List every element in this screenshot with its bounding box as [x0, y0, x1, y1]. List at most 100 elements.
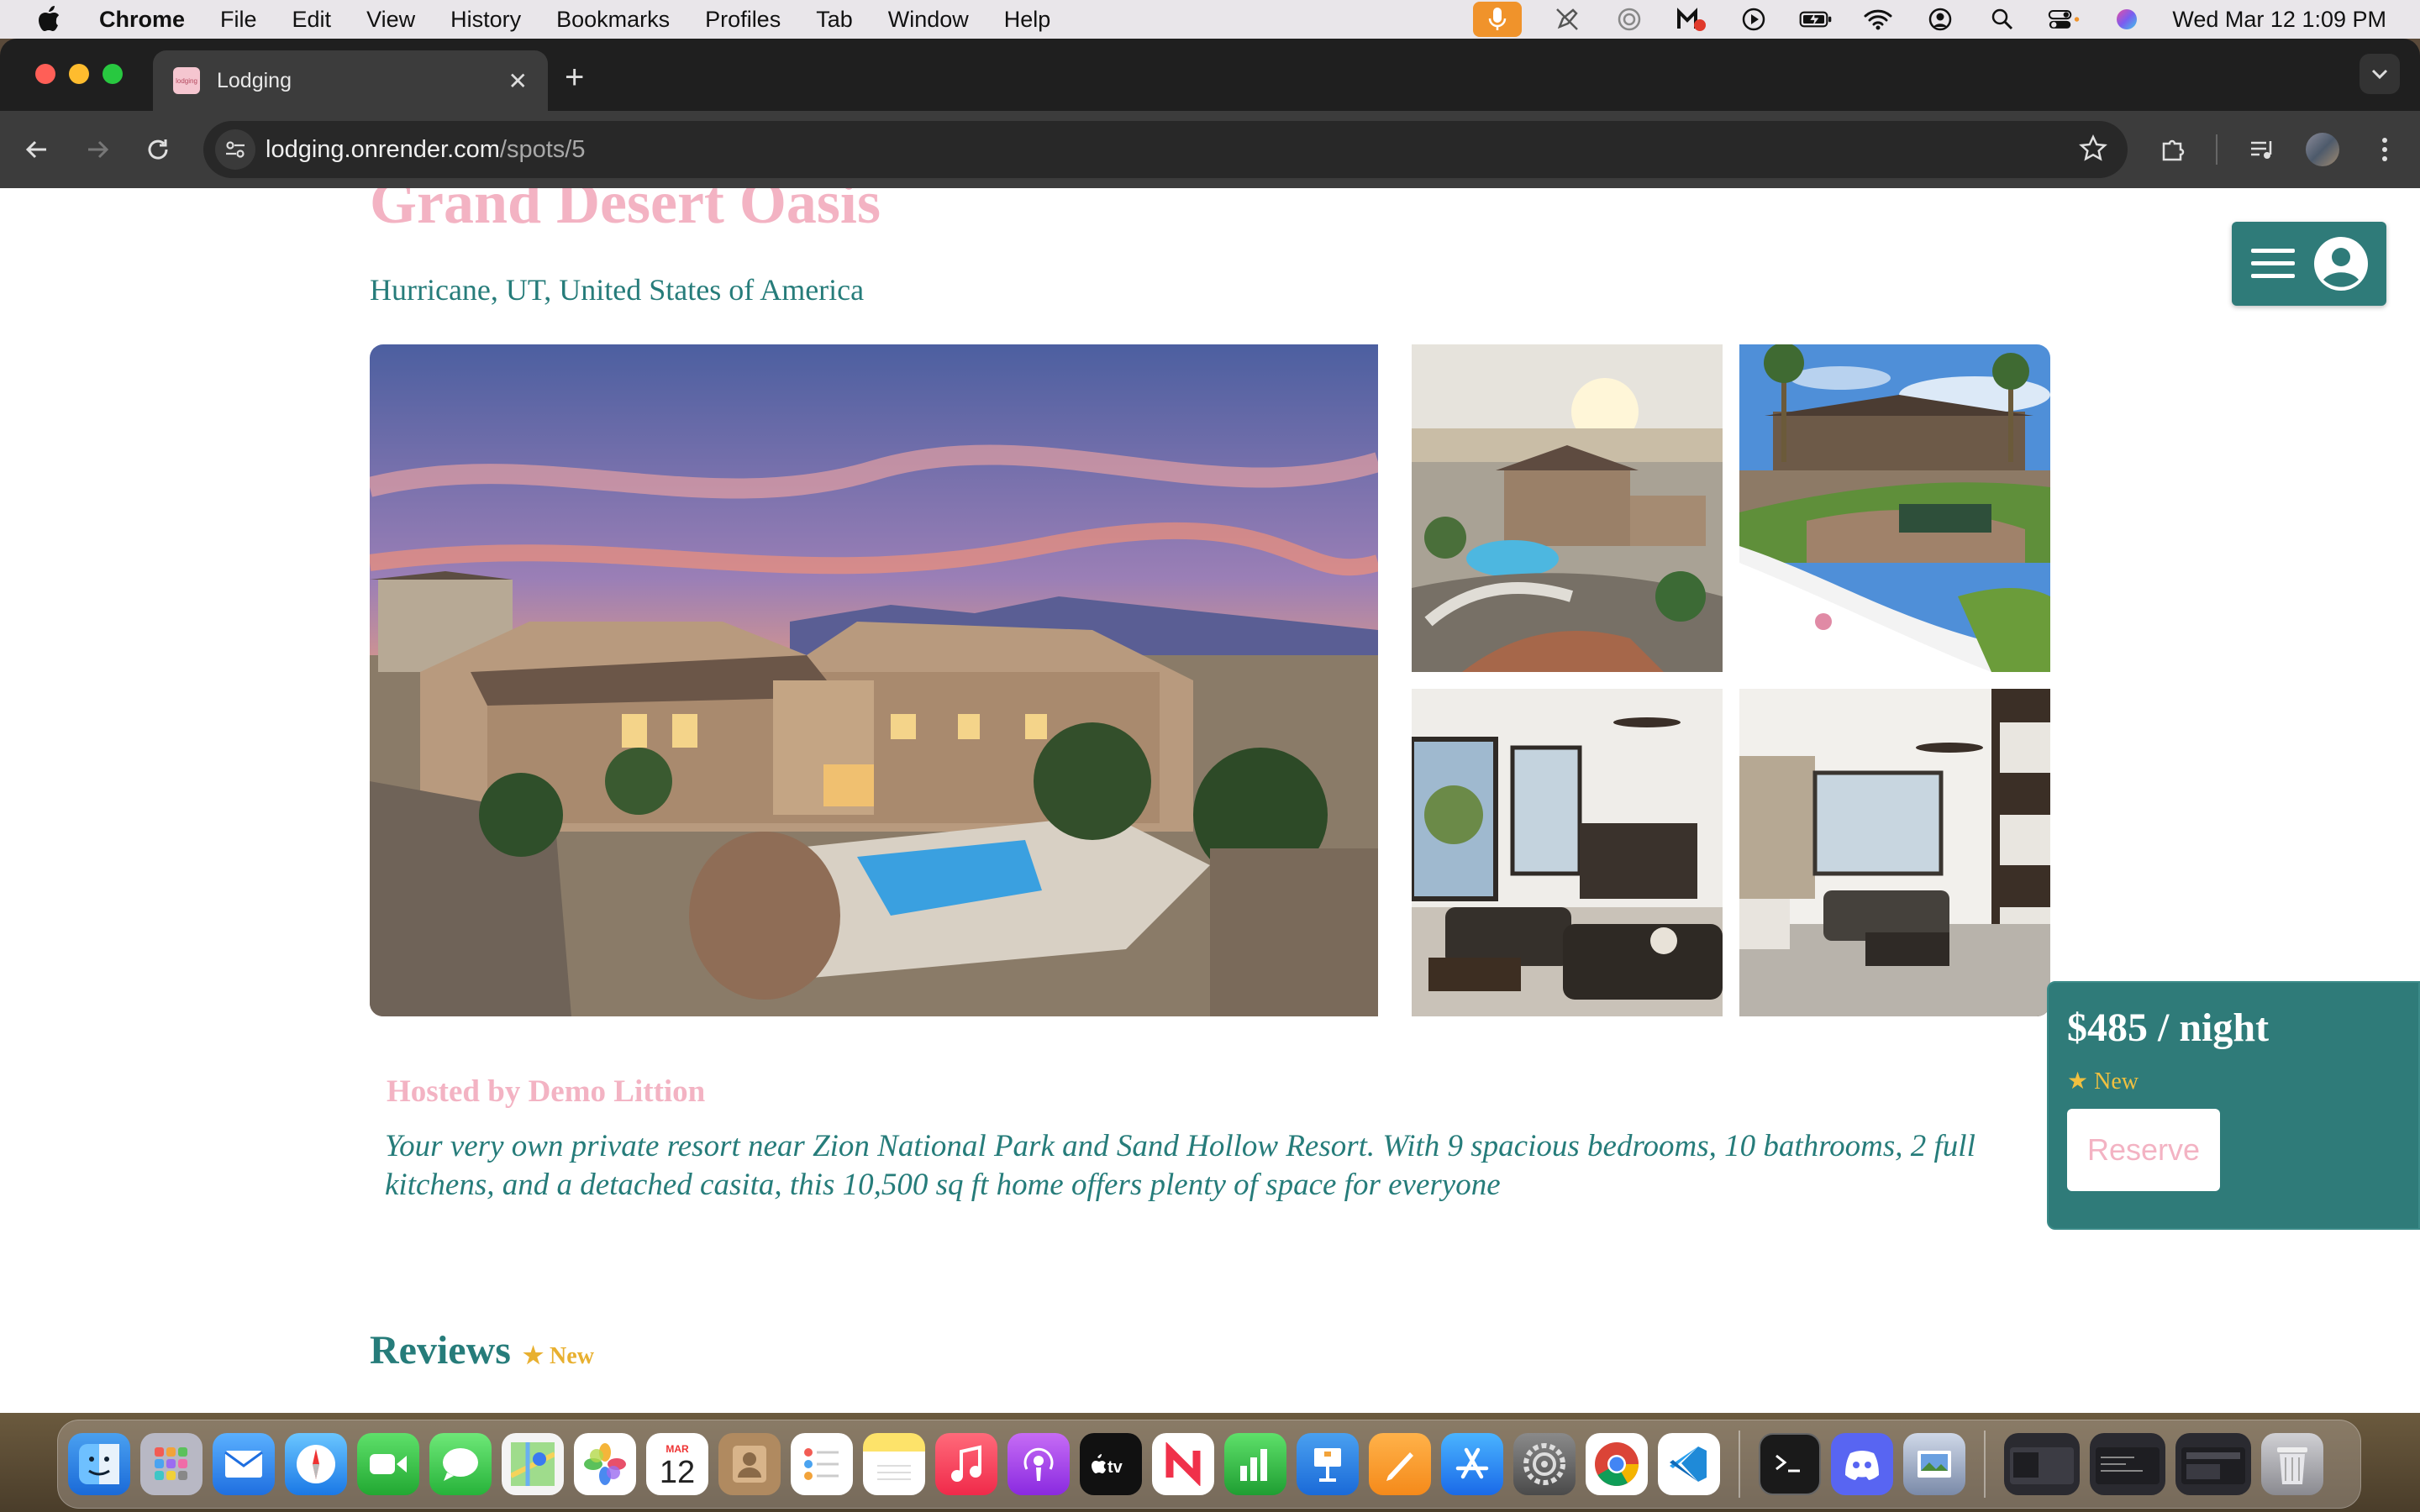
- messages-icon[interactable]: [429, 1433, 492, 1495]
- play-icon[interactable]: [1737, 6, 1770, 33]
- reserve-button[interactable]: Reserve: [2067, 1109, 2220, 1191]
- profile-avatar[interactable]: [2304, 131, 2341, 168]
- macos-dock: MAR 12 tv: [57, 1420, 2361, 1509]
- pages-icon[interactable]: [1369, 1433, 1431, 1495]
- app-store-icon[interactable]: [1441, 1433, 1503, 1495]
- window-close-button[interactable]: [35, 64, 55, 84]
- photos-icon[interactable]: [574, 1433, 636, 1495]
- apple-menu-icon[interactable]: [32, 6, 66, 33]
- spot-location: Hurricane, UT, United States of America: [370, 273, 865, 307]
- control-center-icon[interactable]: [2048, 6, 2081, 33]
- google-chrome-icon[interactable]: [1586, 1433, 1648, 1495]
- dock-divider-2: [1984, 1431, 1986, 1498]
- menu-app-name[interactable]: Chrome: [99, 7, 185, 33]
- minimized-window-1[interactable]: [2004, 1433, 2080, 1495]
- podcasts-icon[interactable]: [1007, 1433, 1070, 1495]
- dock-divider: [1739, 1431, 1740, 1498]
- tab-search-dropdown-icon[interactable]: [2360, 54, 2400, 94]
- window-minimize-button[interactable]: [69, 64, 89, 84]
- tab-close-icon[interactable]: ✕: [508, 67, 528, 95]
- vscode-icon[interactable]: [1658, 1433, 1720, 1495]
- contacts-icon[interactable]: [718, 1433, 781, 1495]
- menu-profiles[interactable]: Profiles: [705, 7, 781, 33]
- notes-icon[interactable]: [863, 1433, 925, 1495]
- news-icon[interactable]: [1152, 1433, 1214, 1495]
- apple-tv-icon[interactable]: tv: [1080, 1433, 1142, 1495]
- status-area: Wed Mar 12 1:09 PM: [1473, 0, 2386, 39]
- extensions-puzzle-icon[interactable]: [2154, 131, 2191, 168]
- spot-photo-thumbnail-4[interactable]: [1739, 689, 2050, 1016]
- desktop-wallpaper-strip: MAR 12 tv: [0, 1413, 2420, 1512]
- user-account-icon[interactable]: [1923, 6, 1957, 33]
- keynote-icon[interactable]: [1297, 1433, 1359, 1495]
- app-status-icon[interactable]: [1675, 6, 1708, 33]
- trash-icon[interactable]: [2261, 1433, 2323, 1495]
- safari-icon[interactable]: [285, 1433, 347, 1495]
- address-bar[interactable]: lodging.onrender.com/spots/5: [203, 121, 2128, 178]
- battery-icon[interactable]: [1799, 6, 1833, 33]
- reserve-panel: $485 / night ★ New Reserve: [2047, 981, 2420, 1230]
- finder-icon[interactable]: [68, 1433, 130, 1495]
- new-tab-button[interactable]: +: [565, 60, 584, 94]
- menu-history[interactable]: History: [450, 7, 521, 33]
- siri-icon[interactable]: [2110, 6, 2144, 33]
- calendar-day: 12: [659, 1455, 696, 1490]
- mail-icon[interactable]: [213, 1433, 275, 1495]
- music-icon[interactable]: [935, 1433, 997, 1495]
- spot-photo-thumbnail-3[interactable]: [1412, 689, 1723, 1016]
- reviews-heading: Reviews ★ New: [370, 1327, 594, 1373]
- back-arrow-icon[interactable]: [20, 133, 54, 166]
- preview-icon[interactable]: [1903, 1433, 1965, 1495]
- launchpad-icon[interactable]: [140, 1433, 203, 1495]
- spiral-icon[interactable]: [1612, 6, 1646, 33]
- menu-tab[interactable]: Tab: [816, 7, 853, 33]
- toolbar-separator: [2216, 134, 2217, 165]
- forward-arrow-icon[interactable]: [81, 133, 114, 166]
- spotlight-search-icon[interactable]: [1986, 6, 2019, 33]
- spot-photo-thumbnail-2[interactable]: [1739, 344, 2050, 672]
- menu-view[interactable]: View: [366, 7, 415, 33]
- system-settings-icon[interactable]: [1513, 1433, 1576, 1495]
- menu-window[interactable]: Window: [888, 7, 969, 33]
- nightly-price: $485 / night: [2067, 1005, 2270, 1050]
- maps-icon[interactable]: [502, 1433, 564, 1495]
- discord-icon[interactable]: [1831, 1433, 1893, 1495]
- menubar-clock[interactable]: Wed Mar 12 1:09 PM: [2172, 7, 2386, 33]
- calendar-icon[interactable]: MAR 12: [646, 1433, 708, 1495]
- microphone-icon[interactable]: [1473, 2, 1523, 37]
- hamburger-menu-icon: [2251, 249, 2295, 278]
- user-circle-icon: [2314, 237, 2368, 291]
- url-path: /spots/5: [499, 135, 586, 163]
- menu-file[interactable]: File: [220, 7, 257, 33]
- menu-bookmarks[interactable]: Bookmarks: [556, 7, 670, 33]
- menu-edit[interactable]: Edit: [292, 7, 332, 33]
- window-zoom-button[interactable]: [103, 64, 123, 84]
- browser-tab-strip: lodging Lodging ✕ +: [0, 39, 2420, 111]
- svg-text:tv: tv: [1107, 1458, 1123, 1476]
- site-settings-icon[interactable]: [215, 129, 255, 170]
- media-controls-icon[interactable]: [2244, 131, 2281, 168]
- facetime-icon[interactable]: [357, 1433, 419, 1495]
- main-spot-photo[interactable]: [370, 344, 1378, 1016]
- wifi-icon[interactable]: [1861, 6, 1895, 33]
- pen-off-icon[interactable]: [1550, 6, 1584, 33]
- minimized-window-2[interactable]: [2090, 1433, 2165, 1495]
- terminal-icon[interactable]: [1759, 1433, 1821, 1495]
- user-menu-button[interactable]: [2232, 222, 2386, 306]
- tab-title: Lodging: [217, 68, 292, 92]
- spot-title: Grand Desert Oasis: [370, 188, 881, 236]
- macos-menu-bar: Chrome File Edit View History Bookmarks …: [0, 0, 2420, 39]
- browser-tab-lodging[interactable]: lodging Lodging ✕: [153, 50, 548, 111]
- browser-toolbar: lodging.onrender.com/spots/5: [0, 111, 2420, 188]
- reload-icon[interactable]: [141, 133, 175, 166]
- spot-photo-thumbnail-1[interactable]: [1412, 344, 1723, 672]
- minimized-window-3[interactable]: [2175, 1433, 2251, 1495]
- web-page: Grand Desert Oasis Hurricane, UT, United…: [0, 188, 2420, 1413]
- host-name: Hosted by Demo Littion: [387, 1074, 706, 1109]
- menu-help[interactable]: Help: [1004, 7, 1051, 33]
- numbers-icon[interactable]: [1224, 1433, 1286, 1495]
- bookmark-star-icon[interactable]: [2079, 134, 2107, 170]
- reviews-rating-badge: ★ New: [522, 1343, 594, 1369]
- chrome-menu-kebab-icon[interactable]: [2366, 131, 2403, 168]
- reminders-icon[interactable]: [791, 1433, 853, 1495]
